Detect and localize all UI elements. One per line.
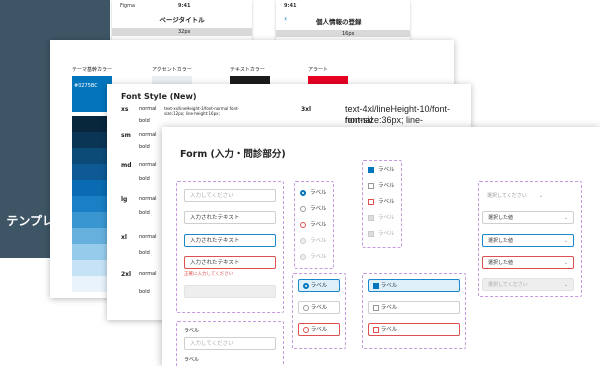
size-3xl: 3xl <box>301 106 312 113</box>
radio-button-error[interactable]: ラベル <box>298 323 340 336</box>
weight-normal: normal <box>139 132 157 138</box>
radio-option-error[interactable]: ラベル <box>300 221 327 229</box>
chevron-down-icon: ⌄ <box>563 282 568 288</box>
theme-scale-swatch <box>72 196 112 212</box>
checkbox-button-error[interactable]: ラベル <box>368 323 460 336</box>
phone-mockup-2: 9:41 ‹ 個人情報の登録 16px <box>276 0 410 42</box>
cover-title-line2: テンプレ <box>6 214 54 228</box>
theme-color-scale <box>72 116 112 292</box>
size-2xl: 2xl <box>121 271 132 278</box>
chevron-down-icon: ⌄ <box>538 193 543 199</box>
status-time: 9:41 <box>284 3 297 9</box>
radio-button[interactable]: ラベル <box>298 301 340 314</box>
checkbox-error[interactable]: ラベル <box>368 198 395 206</box>
radio-option-disabled: ラベル <box>300 253 327 261</box>
status-time: 9:41 <box>178 3 191 9</box>
select-filled[interactable]: 選択した値 ⌄ <box>482 211 574 224</box>
select-focused[interactable]: 選択した値 ⌄ <box>482 234 574 247</box>
size-sm: sm <box>121 132 131 139</box>
page-title: ページタイトル <box>159 16 205 24</box>
theme-scale-swatch <box>72 164 112 180</box>
select-disabled: 選択してください ⌄ <box>482 278 574 291</box>
weight-bold: bold <box>139 210 150 216</box>
weight-bold: bold <box>139 176 150 182</box>
accent-color-label: アクセントカラー <box>152 67 192 73</box>
theme-color-code: #0275BC <box>74 83 98 89</box>
alert-color-label: アラート <box>308 67 329 73</box>
radio-option-selected[interactable]: ラベル <box>300 189 327 197</box>
size-xs: xs <box>121 106 129 113</box>
theme-color-swatch: #0275BC <box>72 76 112 112</box>
text-color-label: テキストカラー <box>230 67 265 73</box>
status-carrier: Figma <box>120 3 136 9</box>
error-message: 正確に入力してください <box>184 272 234 277</box>
checkbox-checked[interactable]: ラベル <box>368 166 395 174</box>
weight-bold: bold <box>139 250 150 256</box>
radio-option-disabled: ラベル <box>300 237 327 245</box>
text-input-filled[interactable]: 入力されたテキスト <box>184 211 276 224</box>
text-input-error[interactable]: 入力されたテキスト <box>184 256 276 269</box>
weight-normal: normal <box>139 271 157 277</box>
radio-option[interactable]: ラベル <box>300 205 327 213</box>
theme-scale-swatch <box>72 276 112 292</box>
weight-bold: bold <box>139 118 150 124</box>
text-input-empty[interactable]: 入力してください <box>184 189 276 202</box>
theme-scale-swatch <box>72 244 112 260</box>
theme-scale-swatch <box>72 212 112 228</box>
weight-bold: bold <box>139 289 150 295</box>
theme-scale-swatch <box>72 228 112 244</box>
weight-normal: normal <box>139 234 157 240</box>
size-md: md <box>121 162 132 169</box>
field-label: ラベル <box>184 328 200 334</box>
font-style-title: Font Style (New) <box>121 92 197 101</box>
form-title: Form (入力・問診部分) <box>180 149 286 160</box>
checkbox-disabled: ラベル <box>368 230 395 238</box>
xs-sample-text: text-xs/lineHeight-3/font-normal font-si… <box>164 106 240 116</box>
labeled-text-input[interactable]: 入力してください <box>184 337 276 350</box>
form-sheet: Form (入力・問診部分) 入力してください 入力されたテキスト 入力されたテ… <box>162 127 600 366</box>
select-error[interactable]: 選択した値 ⌄ <box>482 256 574 269</box>
checkbox-button-checked[interactable]: ラベル <box>368 279 460 292</box>
checkbox[interactable]: ラベル <box>368 182 395 190</box>
phone-mockup-1: Figma 9:41 ページタイトル 32px <box>112 0 252 42</box>
text-input-focused[interactable]: 入力されたテキスト <box>184 234 276 247</box>
size-xl: xl <box>121 234 127 241</box>
weight-normal: normal <box>139 196 157 202</box>
checkbox-disabled: ラベル <box>368 214 395 222</box>
weight-normal: normal <box>139 162 157 168</box>
radio-button-selected[interactable]: ラベル <box>298 279 340 292</box>
checkbox-button[interactable]: ラベル <box>368 301 460 314</box>
weight-bold: bold <box>139 144 150 150</box>
chevron-down-icon: ⌄ <box>563 260 568 266</box>
weight-normal: normal <box>139 106 157 112</box>
theme-scale-swatch <box>72 148 112 164</box>
spacer-label: 32px <box>178 29 191 35</box>
theme-color-label: テーマ基幹カラー <box>72 67 113 73</box>
page-title: 個人情報の登録 <box>316 18 362 26</box>
field-label: ラベル <box>184 357 200 363</box>
theme-scale-swatch <box>72 132 112 148</box>
theme-scale-swatch <box>72 180 112 196</box>
spacer-label: 16px <box>342 31 355 37</box>
select-placeholder[interactable]: 選択してください ⌄ <box>482 190 548 203</box>
chevron-down-icon: ⌄ <box>563 238 568 244</box>
chevron-down-icon: ⌄ <box>563 215 568 221</box>
theme-scale-swatch <box>72 260 112 276</box>
size-lg: lg <box>121 196 128 203</box>
back-chevron-icon[interactable]: ‹ <box>284 14 287 23</box>
theme-scale-swatch <box>72 116 112 132</box>
text-input-disabled <box>184 285 276 298</box>
